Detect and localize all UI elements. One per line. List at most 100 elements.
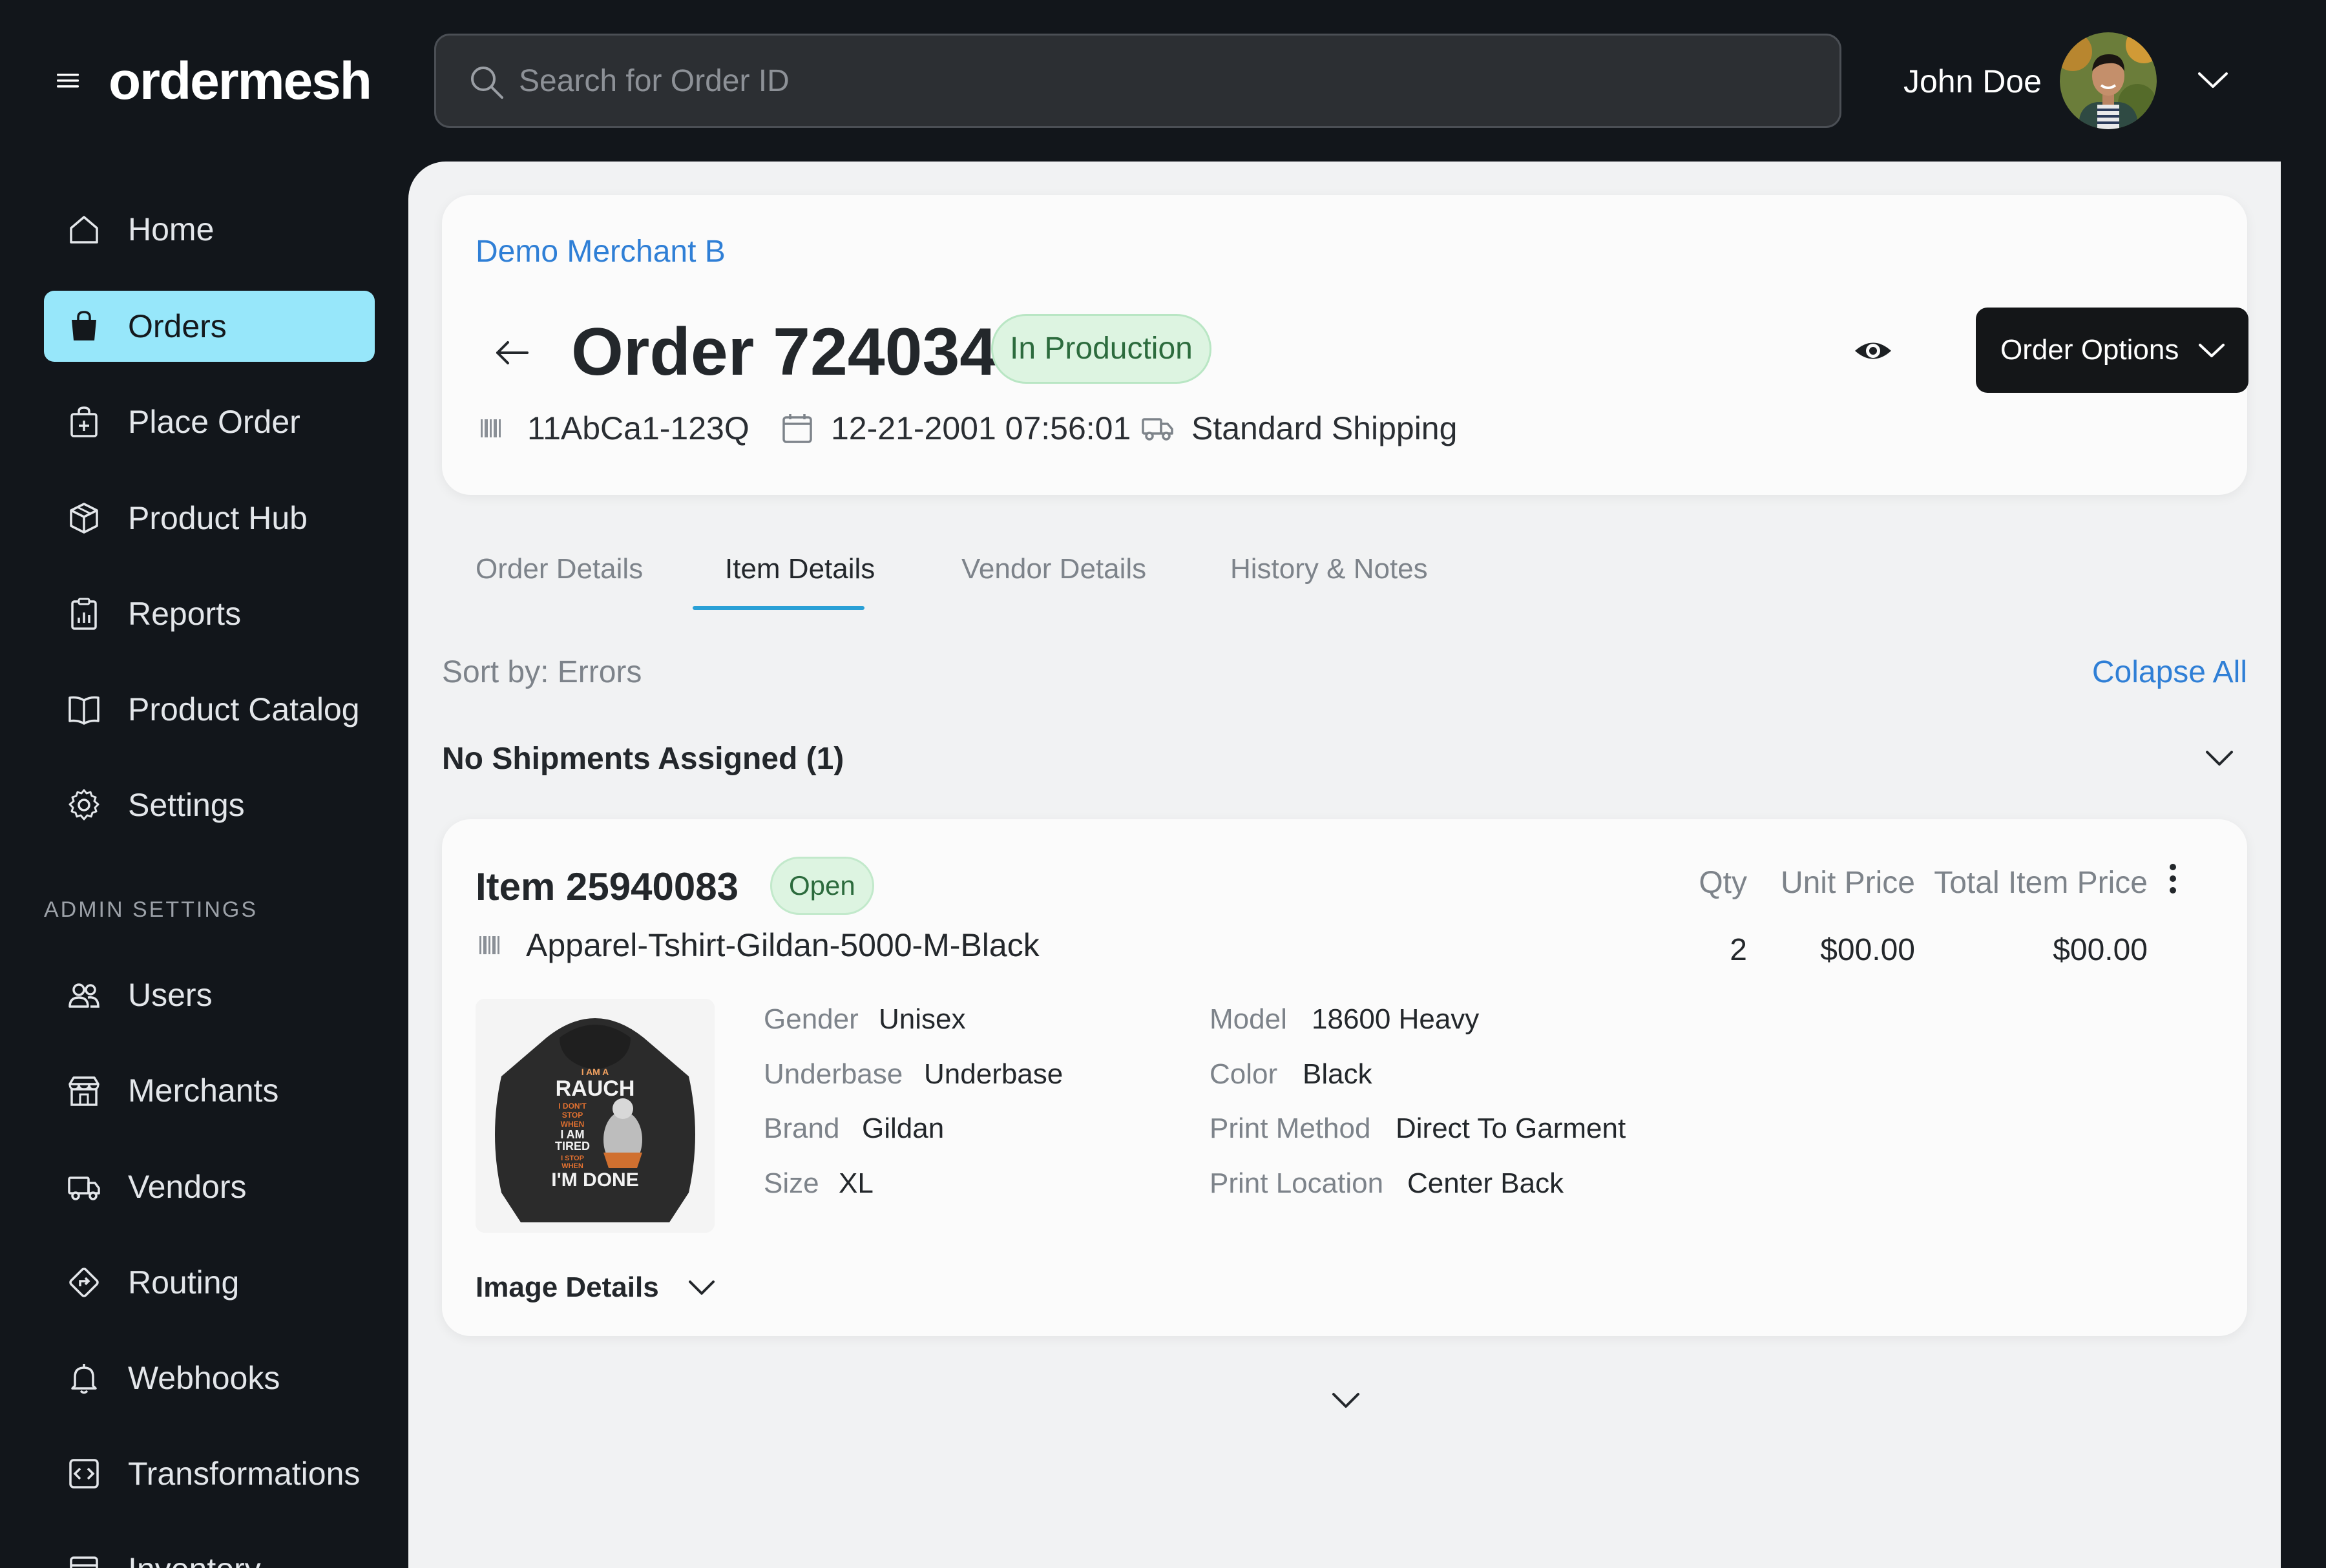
attr-size-label: Size xyxy=(764,1167,819,1199)
sidebar-item-home[interactable]: Home xyxy=(44,194,375,265)
item-status-badge: Open xyxy=(770,857,874,915)
menu-icon[interactable] xyxy=(56,68,80,93)
sidebar-item-label: Product Hub xyxy=(128,500,308,536)
attr-gender-label: Gender xyxy=(764,1003,859,1035)
truck-icon xyxy=(1142,418,1173,441)
store-icon xyxy=(68,1076,100,1106)
sidebar-item-label: Product Catalog xyxy=(128,691,360,727)
users-icon xyxy=(68,983,100,1008)
avatar[interactable] xyxy=(2060,32,2157,129)
svg-text:I AM A: I AM A xyxy=(582,1067,609,1077)
svg-text:I AM: I AM xyxy=(560,1128,584,1141)
sidebar-item-merchants[interactable]: Merchants xyxy=(44,1055,375,1126)
image-details-label: Image Details xyxy=(476,1271,659,1303)
top-bar: ordermesh John Doe xyxy=(0,0,2326,162)
sidebar-item-users[interactable]: Users xyxy=(44,959,375,1030)
inventory-icon xyxy=(70,1556,98,1568)
product-image[interactable]: I AM A RAUCH I DON'T STOP WHEN I AM TIRE… xyxy=(476,999,715,1233)
bell-icon xyxy=(71,1364,97,1394)
search-input[interactable] xyxy=(519,48,1798,113)
qty-value: 2 xyxy=(1730,933,1747,967)
sidebar-item-label: Reports xyxy=(128,596,242,632)
tab-vendor-details[interactable]: Vendor Details xyxy=(961,547,1146,592)
attr-brand-value: Gildan xyxy=(862,1113,945,1144)
sidebar-item-label: Settings xyxy=(128,787,245,823)
sidebar-item-vendors[interactable]: Vendors xyxy=(44,1151,375,1222)
attr-color-value: Black xyxy=(1303,1058,1372,1090)
sidebar-item-transformations[interactable]: Transformations xyxy=(44,1438,375,1509)
collapse-all-link[interactable]: Colapse All xyxy=(2092,650,2247,695)
sidebar-item-routing[interactable]: Routing xyxy=(44,1247,375,1318)
chevron-down-icon xyxy=(2199,344,2225,357)
item-title: Item 25940083 xyxy=(476,865,739,908)
report-icon xyxy=(71,598,97,630)
tab-history-notes[interactable]: History & Notes xyxy=(1230,547,1428,592)
sidebar-item-label: Place Order xyxy=(128,404,300,440)
attr-underbase-label: Underbase xyxy=(764,1058,903,1090)
order-date: 12-21-2001 07:56:01 xyxy=(781,406,1131,451)
barcode-icon xyxy=(481,419,501,437)
sidebar-item-label: Inventory xyxy=(128,1551,261,1568)
sort-selector[interactable]: Sort by: Errors xyxy=(442,650,642,695)
sidebar-item-label: Vendors xyxy=(128,1169,247,1205)
shipping-method: Standard Shipping xyxy=(1141,406,1457,451)
back-arrow-icon[interactable] xyxy=(492,333,531,372)
order-options-button[interactable]: Order Options xyxy=(1976,308,2248,393)
attr-print-method-value: Direct To Garment xyxy=(1396,1113,1626,1144)
order-external-id: 11AbCa1-123Q xyxy=(477,406,749,451)
attr-color-label: Color xyxy=(1210,1058,1278,1090)
attr-model-label: Model xyxy=(1210,1003,1287,1035)
chevron-down-icon[interactable] xyxy=(2195,67,2230,93)
sidebar-item-reports[interactable]: Reports xyxy=(44,578,375,649)
attr-print-location-value: Center Back xyxy=(1407,1167,1564,1199)
shipment-group-title[interactable]: No Shipments Assigned (1) xyxy=(442,737,844,782)
page-title: Order 724034 xyxy=(571,315,998,390)
external-id-value: 11AbCa1-123Q xyxy=(527,410,749,446)
sidebar-item-place-order[interactable]: Place Order xyxy=(44,386,375,457)
user-name[interactable]: John Doe xyxy=(1874,62,2042,101)
chevron-down-icon[interactable] xyxy=(1331,1389,1361,1411)
shopping-bag-icon xyxy=(72,311,96,340)
chevron-down-icon xyxy=(688,1281,715,1295)
barcode-icon xyxy=(479,936,499,954)
sidebar-item-label: Home xyxy=(128,211,215,247)
sidebar-item-label: Transformations xyxy=(128,1456,361,1492)
attr-brand-label: Brand xyxy=(764,1113,840,1144)
svg-text:I STOP: I STOP xyxy=(561,1155,584,1162)
attr-underbase-value: Underbase xyxy=(924,1058,1063,1090)
total-price-header: Total Item Price xyxy=(1934,866,2148,900)
merchant-link[interactable]: Demo Merchant B xyxy=(476,234,726,269)
tab-item-details[interactable]: Item Details xyxy=(725,547,875,592)
search-icon xyxy=(471,67,503,99)
gear-icon xyxy=(68,789,100,821)
app-logo[interactable]: ordermesh xyxy=(109,49,372,114)
svg-text:WHEN: WHEN xyxy=(561,1120,585,1129)
attr-print-location-label: Print Location xyxy=(1210,1167,1384,1199)
chevron-down-icon[interactable] xyxy=(2203,746,2236,771)
image-details-toggle[interactable]: Image Details xyxy=(476,1265,716,1310)
more-options-icon[interactable] xyxy=(2157,861,2189,899)
eye-icon[interactable] xyxy=(1853,331,1893,371)
svg-text:RAUCH: RAUCH xyxy=(556,1076,635,1101)
home-icon xyxy=(70,216,98,244)
item-card: Item 25940083 Open Apparel-Tshirt-Gildan… xyxy=(442,819,2247,1336)
svg-text:I DON'T: I DON'T xyxy=(558,1102,587,1111)
code-icon xyxy=(69,1459,99,1489)
item-sku: Apparel-Tshirt-Gildan-5000-M-Black xyxy=(476,923,1040,968)
sidebar-item-label: Merchants xyxy=(128,1072,279,1109)
sidebar-item-product-hub[interactable]: Product Hub xyxy=(44,483,375,554)
sidebar-item-label: Users xyxy=(128,977,213,1013)
unit-price-header: Unit Price xyxy=(1780,866,1915,900)
sidebar-item-orders[interactable]: Orders xyxy=(44,291,375,362)
sidebar-item-webhooks[interactable]: Webhooks xyxy=(44,1343,375,1414)
attr-gender-value: Unisex xyxy=(879,1003,966,1035)
sidebar: Home Orders Place Order Product Hub Repo… xyxy=(0,162,408,1568)
box-icon xyxy=(70,503,98,534)
tab-order-details[interactable]: Order Details xyxy=(476,547,643,592)
svg-text:STOP: STOP xyxy=(562,1111,583,1120)
svg-text:TIRED: TIRED xyxy=(555,1140,590,1153)
sidebar-item-product-catalog[interactable]: Product Catalog xyxy=(44,674,375,745)
sidebar-item-inventory[interactable]: Inventory xyxy=(44,1534,375,1568)
add-bag-icon xyxy=(70,406,98,437)
sidebar-item-settings[interactable]: Settings xyxy=(44,769,375,841)
